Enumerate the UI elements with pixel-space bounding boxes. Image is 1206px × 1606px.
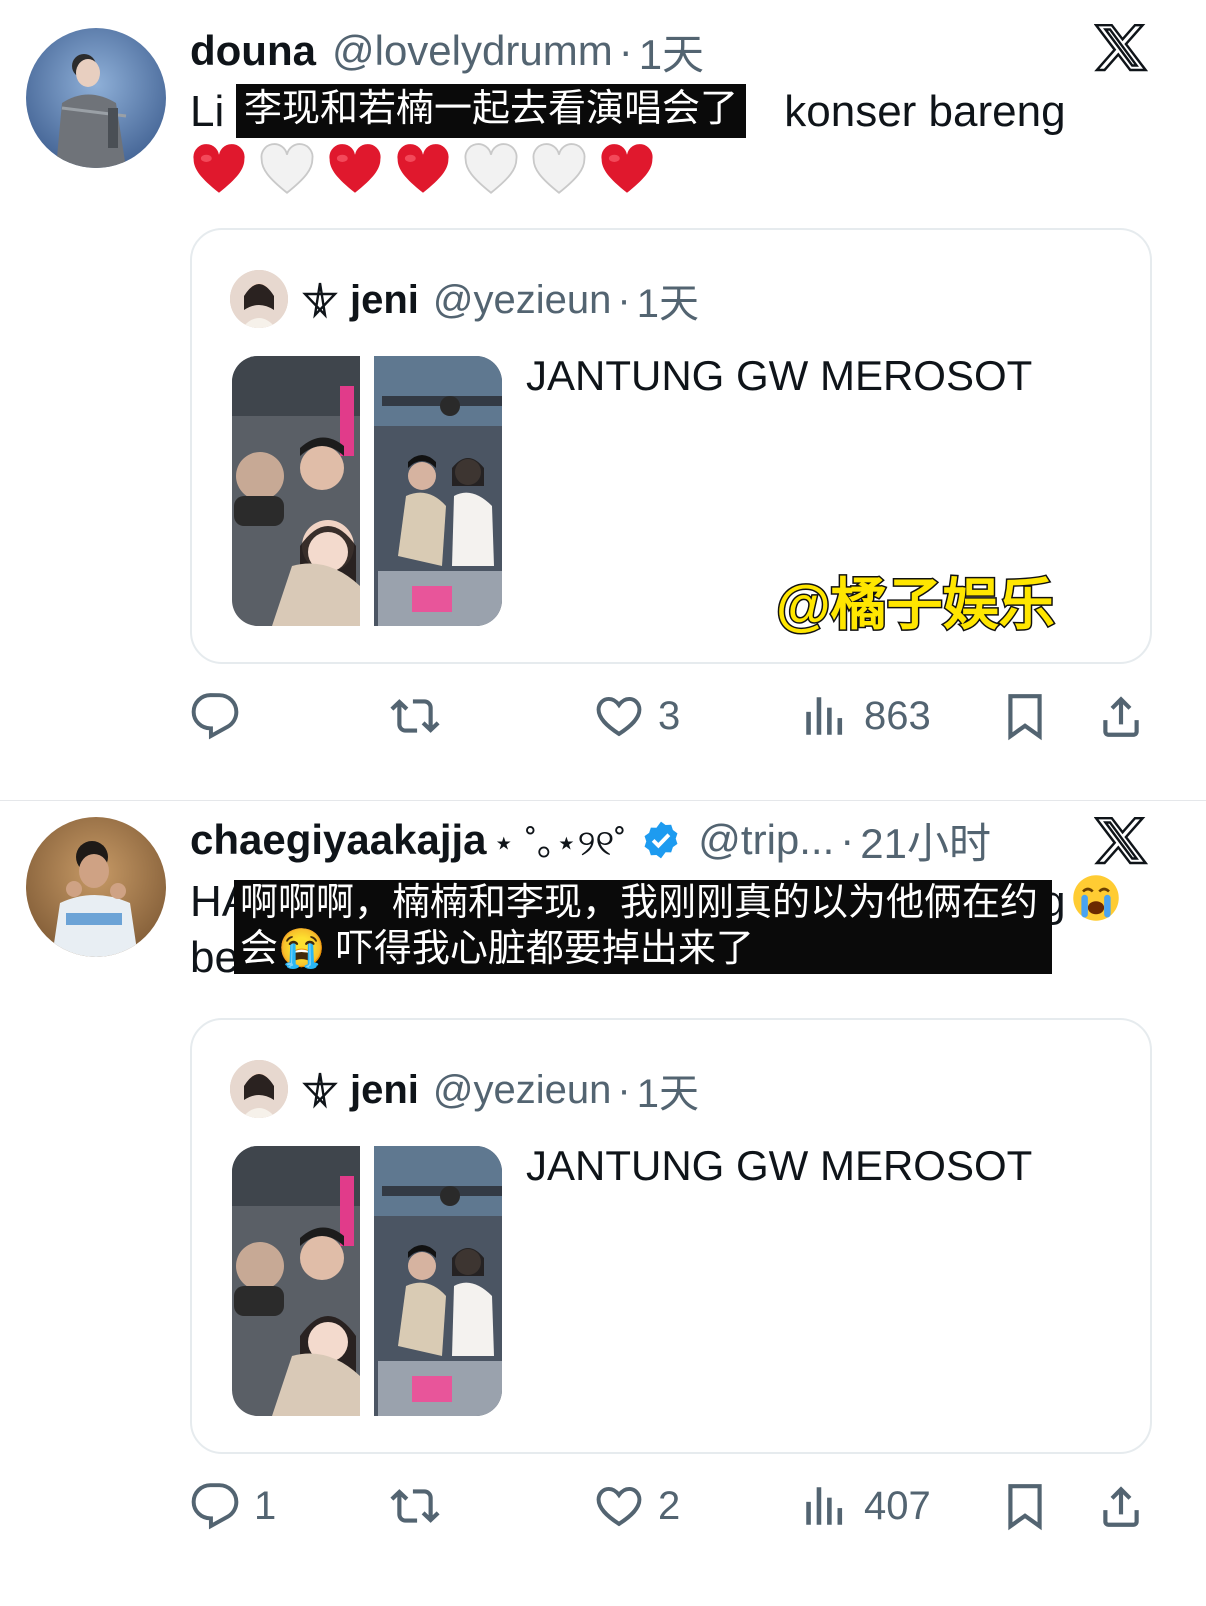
quoted-header: jeni @yezieun · 1天 — [300, 274, 699, 326]
views-button[interactable]: 407 — [800, 1476, 931, 1536]
like-count: 3 — [658, 693, 681, 738]
reply-button[interactable]: 1 — [190, 1476, 276, 1536]
tweet-header: douna @lovelydrumm · 1天 — [190, 22, 704, 80]
reply-count: 1 — [254, 1483, 277, 1528]
white-heart-icon — [532, 143, 586, 194]
timestamp[interactable]: 21小时 — [860, 810, 991, 871]
watermark-text: @橘子娱乐 — [775, 572, 1057, 638]
concert-photo-collage — [232, 1146, 502, 1416]
bookmark-icon — [1008, 694, 1042, 741]
separator-dot: · — [618, 27, 633, 74]
red-heart-icon — [397, 144, 449, 193]
author-handle[interactable]: @lovelydrumm — [332, 27, 613, 75]
concert-photo-collage — [232, 356, 502, 626]
repost-icon — [390, 699, 440, 733]
quoted-timestamp: 1天 — [636, 1072, 699, 1116]
quoted-media[interactable] — [232, 356, 502, 626]
quoted-author-name[interactable]: jeni — [350, 278, 419, 323]
translation-subtitle: 啊啊啊，楠楠和李现，我刚刚真的以为他俩在约会😭 吓得我心脏都要掉出来了 — [234, 880, 1052, 974]
bookmark-button[interactable] — [1000, 1476, 1050, 1536]
heart-emoji-row — [190, 142, 656, 200]
quoted-author-handle[interactable]: @yezieun — [433, 278, 611, 323]
verified-badge-icon — [644, 821, 678, 859]
views-count: 863 — [864, 693, 931, 738]
reply-icon — [191, 693, 239, 740]
pentagram-icon — [302, 282, 338, 319]
white-heart-icon — [464, 143, 518, 194]
separator-dot: · — [617, 1067, 631, 1112]
repost-button[interactable] — [390, 686, 454, 746]
white-heart-icon — [260, 143, 314, 194]
red-heart-icon — [193, 144, 245, 193]
views-icon — [806, 1487, 843, 1525]
tweet-1[interactable]: douna @lovelydrumm · 1天 Li konser bareng … — [0, 0, 1206, 800]
x-logo-icon — [1094, 23, 1148, 72]
share-icon — [1103, 1486, 1139, 1527]
red-heart-icon — [601, 144, 653, 193]
separator-dot: · — [617, 277, 631, 322]
author-handle[interactable]: @trip... — [698, 816, 834, 864]
author-avatar[interactable] — [26, 817, 166, 957]
quoted-text: JANTUNG GW MEROSOT — [526, 352, 1033, 399]
like-button[interactable]: 2 — [594, 1476, 680, 1536]
views-button[interactable]: 863 — [800, 686, 931, 746]
repost-button[interactable] — [390, 1476, 454, 1536]
reply-icon — [191, 1483, 239, 1530]
tweet-actions: 3 863 — [0, 686, 1206, 746]
bookmark-button[interactable] — [1000, 686, 1050, 746]
like-button[interactable]: 3 — [594, 686, 680, 746]
views-count: 407 — [864, 1483, 931, 1528]
tweet-text-line2-start: be — [190, 933, 239, 982]
author-name[interactable]: douna — [190, 27, 316, 75]
reply-button[interactable] — [190, 686, 254, 746]
share-button[interactable] — [1096, 686, 1146, 746]
tweet-text-end: konser bareng — [784, 87, 1066, 136]
like-count: 2 — [658, 1483, 681, 1528]
quoted-author-avatar[interactable] — [230, 1060, 288, 1118]
quoted-author-name[interactable]: jeni — [350, 1068, 419, 1113]
quoted-header: jeni @yezieun · 1天 — [300, 1064, 699, 1116]
quoted-author-handle[interactable]: @yezieun — [433, 1068, 611, 1113]
separator-dot: · — [840, 816, 855, 863]
quoted-text: JANTUNG GW MEROSOT — [526, 1142, 1033, 1189]
crying-emoji-icon — [1072, 875, 1119, 921]
translation-subtitle: 李现和若楠一起去看演唱会了 — [236, 84, 747, 138]
tweet-text-start: Li — [190, 87, 225, 136]
quoted-media[interactable] — [232, 1146, 502, 1416]
x-logo-icon — [1094, 816, 1148, 865]
pentagram-icon — [302, 1072, 338, 1109]
author-name[interactable]: chaegiyaakajja — [190, 816, 487, 864]
author-name-decoration: ⋆ ˚｡⋆୨୧˚ — [492, 822, 627, 863]
bookmark-icon — [1008, 1484, 1042, 1531]
quoted-author-avatar[interactable] — [230, 270, 288, 328]
like-icon — [596, 1486, 642, 1527]
tweet-header: chaegiyaakajja ⋆ ˚｡⋆୨୧˚ @trip... · 21小时 — [190, 811, 991, 869]
views-icon — [806, 697, 843, 735]
tweet-actions: 1 2 407 — [0, 1476, 1206, 1536]
quoted-timestamp: 1天 — [636, 282, 699, 326]
red-heart-icon — [329, 144, 381, 193]
timestamp[interactable]: 1天 — [639, 21, 704, 82]
quoted-tweet[interactable]: jeni @yezieun · 1天 JANTUNG GW MEROSOT — [190, 1018, 1152, 1454]
author-avatar[interactable] — [26, 28, 166, 168]
share-icon — [1103, 696, 1139, 737]
share-button[interactable] — [1096, 1476, 1146, 1536]
like-icon — [596, 696, 642, 737]
repost-icon — [390, 1489, 440, 1523]
